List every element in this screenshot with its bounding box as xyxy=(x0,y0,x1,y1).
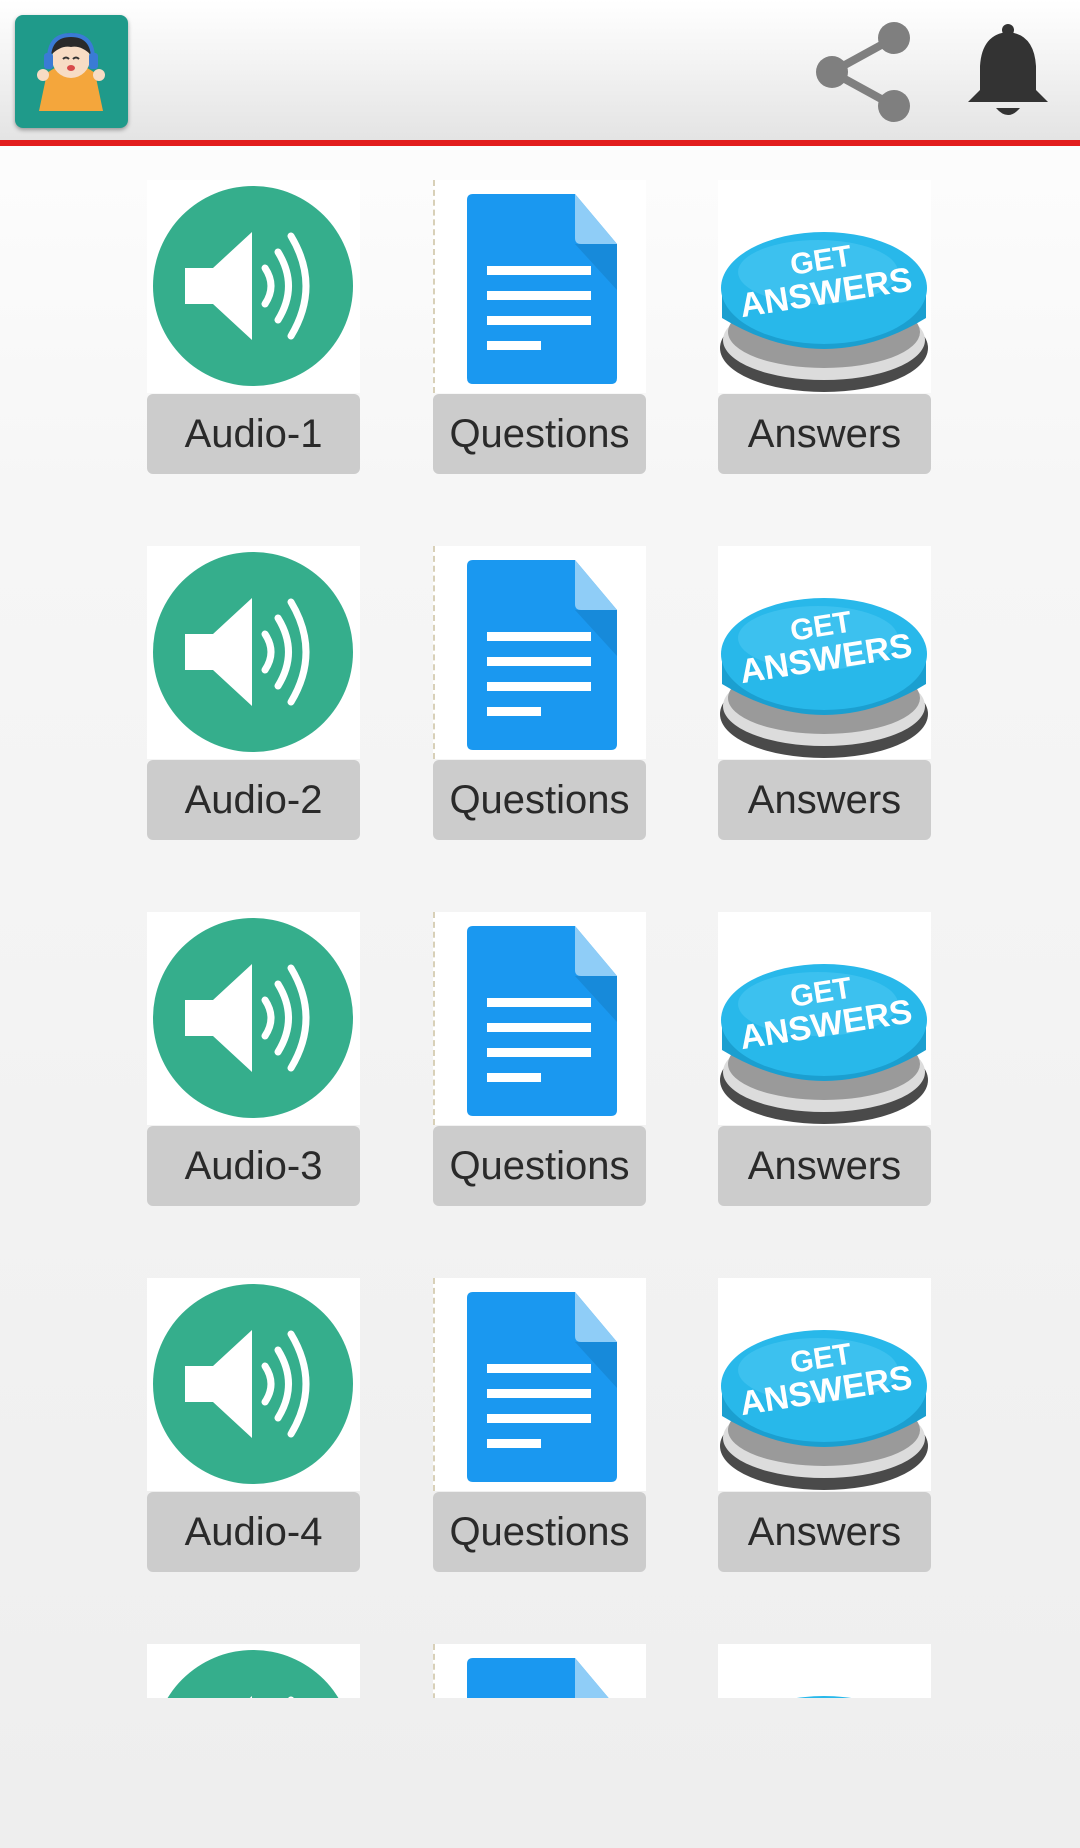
document-icon[interactable] xyxy=(433,546,646,759)
audio-button[interactable]: Audio-2 xyxy=(147,760,360,840)
lesson-row: Audio-4 Questions Answers xyxy=(0,1278,1080,1574)
speaker-icon[interactable] xyxy=(147,1644,360,1698)
bell-icon[interactable] xyxy=(962,20,1054,122)
audio-button[interactable]: Audio-4 xyxy=(147,1492,360,1572)
audio-button[interactable]: Audio-1 xyxy=(147,394,360,474)
questions-cell[interactable]: Questions xyxy=(433,1278,646,1574)
get-answers-button-icon[interactable] xyxy=(718,1644,931,1698)
document-icon[interactable] xyxy=(433,1278,646,1491)
questions-cell[interactable] xyxy=(433,1644,646,1698)
audio-cell[interactable]: Audio-2 xyxy=(147,546,360,842)
lesson-row-partial xyxy=(0,1644,1080,1698)
get-answers-button-icon[interactable] xyxy=(718,912,931,1125)
answers-button[interactable]: Answers xyxy=(718,760,931,840)
audio-cell[interactable]: Audio-1 xyxy=(147,180,360,476)
lesson-row: Audio-3 Questions Answers xyxy=(0,912,1080,1208)
get-answers-button-icon[interactable] xyxy=(718,546,931,759)
share-icon[interactable] xyxy=(808,18,918,126)
answers-cell[interactable]: Answers xyxy=(718,912,931,1208)
audio-button[interactable]: Audio-3 xyxy=(147,1126,360,1206)
answers-button[interactable]: Answers xyxy=(718,1492,931,1572)
answers-button[interactable]: Answers xyxy=(718,394,931,474)
app-toolbar xyxy=(0,0,1080,146)
lesson-row: Audio-2 Questions Answers xyxy=(0,546,1080,842)
answers-cell[interactable]: Answers xyxy=(718,1278,931,1574)
answers-cell[interactable]: Answers xyxy=(718,546,931,842)
get-answers-button-icon[interactable] xyxy=(718,1278,931,1491)
speaker-icon[interactable] xyxy=(147,180,360,393)
answers-cell[interactable]: Answers xyxy=(718,180,931,476)
document-icon[interactable] xyxy=(433,1644,646,1698)
document-icon[interactable] xyxy=(433,912,646,1125)
questions-cell[interactable]: Questions xyxy=(433,180,646,476)
questions-cell[interactable]: Questions xyxy=(433,912,646,1208)
audio-cell[interactable] xyxy=(147,1644,360,1698)
lesson-grid: Audio-1 Questions Answers Audio-2 Questi… xyxy=(0,180,1080,1698)
questions-button[interactable]: Questions xyxy=(433,1126,646,1206)
lesson-row: Audio-1 Questions Answers xyxy=(0,180,1080,476)
audio-cell[interactable]: Audio-3 xyxy=(147,912,360,1208)
get-answers-button-icon[interactable] xyxy=(718,180,931,393)
questions-button[interactable]: Questions xyxy=(433,760,646,840)
document-icon[interactable] xyxy=(433,180,646,393)
answers-cell[interactable] xyxy=(718,1644,931,1698)
speaker-icon[interactable] xyxy=(147,1278,360,1491)
speaker-icon[interactable] xyxy=(147,912,360,1125)
questions-button[interactable]: Questions xyxy=(433,394,646,474)
answers-button[interactable]: Answers xyxy=(718,1126,931,1206)
audio-cell[interactable]: Audio-4 xyxy=(147,1278,360,1574)
questions-cell[interactable]: Questions xyxy=(433,546,646,842)
speaker-icon[interactable] xyxy=(147,546,360,759)
questions-button[interactable]: Questions xyxy=(433,1492,646,1572)
kid-with-headphones-icon[interactable] xyxy=(15,15,128,128)
